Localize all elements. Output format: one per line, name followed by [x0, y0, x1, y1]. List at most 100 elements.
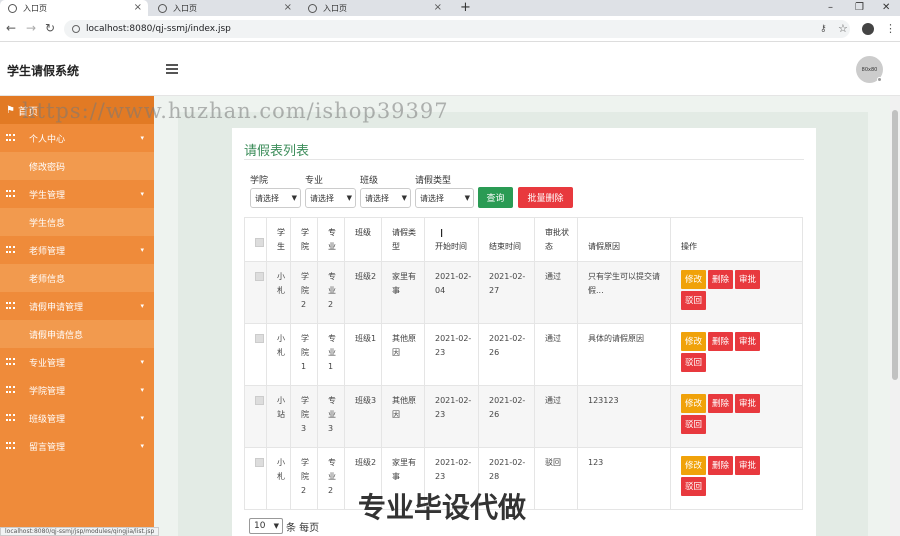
browser-tab[interactable]: 入口页 × [0, 0, 148, 16]
browser-tab-title: 入口页 [23, 3, 47, 13]
info-icon[interactable] [72, 25, 80, 33]
sidebar-group-colleges[interactable]: 学院管理 ▾ [0, 376, 154, 404]
select-all-checkbox[interactable] [255, 238, 264, 247]
status-dot [877, 77, 882, 82]
column-header: 审批状态 [534, 217, 578, 262]
edit-button[interactable]: 修改 [681, 394, 707, 413]
new-tab-icon[interactable]: + [460, 0, 471, 16]
column-header: 结束时间 [478, 217, 535, 262]
sidebar: ⚑ 首页 个人中心 ▾ 修改密码 学生管理 ▾ 学生信息 老师管理 ▾ 老师信息… [0, 96, 154, 536]
reject-button[interactable]: 驳回 [681, 291, 707, 310]
select-value: 请选择 [255, 193, 279, 203]
column-header: 开始时间 [424, 217, 479, 262]
grid-icon [6, 302, 15, 309]
select-value: 请选择 [365, 193, 389, 203]
app-header: 学生请假系统 80x80 [0, 42, 900, 96]
approve-button[interactable]: 审批 [735, 270, 761, 289]
edit-button[interactable]: 修改 [681, 456, 707, 475]
batch-delete-button[interactable]: 批量删除 [518, 187, 573, 208]
sidebar-group-personal[interactable]: 个人中心 ▾ [0, 124, 154, 152]
delete-button[interactable]: 删除 [708, 270, 734, 289]
sidebar-group-majors[interactable]: 专业管理 ▾ [0, 348, 154, 376]
approve-button[interactable]: 审批 [735, 456, 761, 475]
caret-icon: ▾ [140, 134, 144, 142]
sidebar-item-change-password[interactable]: 修改密码 [0, 152, 154, 180]
forward-icon[interactable]: → [26, 21, 36, 35]
sidebar-group-students[interactable]: 学生管理 ▾ [0, 180, 154, 208]
sidebar-item-label: 请假申请管理 [29, 302, 84, 313]
cell-type: 家里有事 [381, 261, 425, 324]
cell-end: 2021-02-27 [478, 261, 535, 324]
caret-icon: ▾ [140, 190, 144, 198]
close-window-icon[interactable]: ✕ [882, 0, 890, 16]
sidebar-item-leave-info[interactable]: 请假申请信息 [0, 320, 154, 348]
table-row: 小站 学院3 专业3 班级3 其他原因 2021-02-23 2021-02-2… [244, 385, 803, 448]
row-checkbox[interactable] [255, 458, 264, 467]
query-button[interactable]: 查询 [478, 187, 513, 208]
caret-icon: ▾ [140, 442, 144, 450]
college-select[interactable]: 请选择 ▼ [250, 188, 301, 208]
restore-icon[interactable]: ❐ [855, 0, 864, 16]
url-input[interactable]: localhost:8080/qj-ssmj/index.jsp [64, 20, 850, 38]
cell-status: 通过 [534, 385, 578, 448]
sidebar-item-label: 老师信息 [29, 274, 66, 285]
cell-student: 小站 [266, 385, 291, 448]
edit-button[interactable]: 修改 [681, 270, 707, 289]
cell-class: 班级1 [344, 323, 382, 386]
sidebar-item-student-info[interactable]: 学生信息 [0, 208, 154, 236]
delete-button[interactable]: 删除 [708, 394, 734, 413]
filter-label-class: 班级 [360, 176, 379, 186]
caret-icon: ▾ [140, 386, 144, 394]
close-tab-icon[interactable]: × [434, 2, 442, 13]
globe-icon [158, 3, 167, 13]
edit-button[interactable]: 修改 [681, 332, 707, 351]
sidebar-item-label: 老师管理 [29, 246, 66, 257]
address-bar: ← → ↻ localhost:8080/qj-ssmj/index.jsp ⚷… [0, 16, 900, 42]
row-checkbox[interactable] [255, 334, 264, 343]
pagination: 10 ▼ 条 每页 [249, 518, 319, 534]
chevron-down-icon: ▼ [346, 194, 352, 202]
delete-button[interactable]: 删除 [708, 456, 734, 475]
menu-icon[interactable]: ⋮ [885, 22, 896, 35]
delete-button[interactable]: 删除 [708, 332, 734, 351]
row-checkbox[interactable] [255, 396, 264, 405]
row-checkbox-cell [244, 323, 267, 386]
browser-tab[interactable]: 入口页 × [150, 0, 298, 16]
minimize-icon[interactable]: – [828, 0, 833, 16]
close-tab-icon[interactable]: × [284, 2, 292, 13]
page-size-select[interactable]: 10 ▼ [249, 518, 283, 534]
profile-icon[interactable] [862, 23, 874, 35]
chevron-down-icon: ▼ [273, 522, 279, 530]
scrollbar-thumb[interactable] [892, 110, 898, 380]
row-checkbox[interactable] [255, 272, 264, 281]
approve-button[interactable]: 审批 [735, 332, 761, 351]
sidebar-item-teacher-info[interactable]: 老师信息 [0, 264, 154, 292]
back-icon[interactable]: ← [6, 21, 16, 35]
table-header-row: 学生 学院 专业 班级 请假类型 开始时间 结束时间 审批状态 请假原因 操作 [244, 217, 803, 262]
cell-college: 学院2 [290, 447, 318, 510]
sidebar-group-leave-requests[interactable]: 请假申请管理 ▾ [0, 292, 154, 320]
cell-actions: 修改 删除 审批驳回 [670, 447, 803, 510]
browser-tab[interactable]: 入口页 × [300, 0, 448, 16]
star-icon[interactable]: ☆ [838, 22, 848, 35]
table-row: 小札 学院2 专业2 班级2 家里有事 2021-02-04 2021-02-2… [244, 261, 803, 324]
overlay-caption: 专业毕设代做 [358, 491, 527, 524]
reject-button[interactable]: 驳回 [681, 415, 707, 434]
class-select[interactable]: 请选择 ▼ [360, 188, 411, 208]
key-icon[interactable]: ⚷ [820, 24, 827, 34]
browser-tab-title: 入口页 [173, 3, 197, 13]
avatar-text: 80x80 [861, 66, 878, 73]
reload-icon[interactable]: ↻ [45, 21, 55, 35]
reject-button[interactable]: 驳回 [681, 353, 707, 372]
reject-button[interactable]: 驳回 [681, 477, 707, 496]
approve-button[interactable]: 审批 [735, 394, 761, 413]
close-tab-icon[interactable]: × [134, 2, 142, 13]
hamburger-icon[interactable] [166, 64, 178, 76]
cell-actions: 修改 删除 审批驳回 [670, 261, 803, 324]
column-header: 学生 [266, 217, 291, 262]
major-select[interactable]: 请选择 ▼ [305, 188, 356, 208]
sidebar-group-messages[interactable]: 留言管理 ▾ [0, 432, 154, 460]
leave-type-select[interactable]: 请选择 ▼ [415, 188, 474, 208]
sidebar-group-teachers[interactable]: 老师管理 ▾ [0, 236, 154, 264]
sidebar-group-classes[interactable]: 班级管理 ▾ [0, 404, 154, 432]
